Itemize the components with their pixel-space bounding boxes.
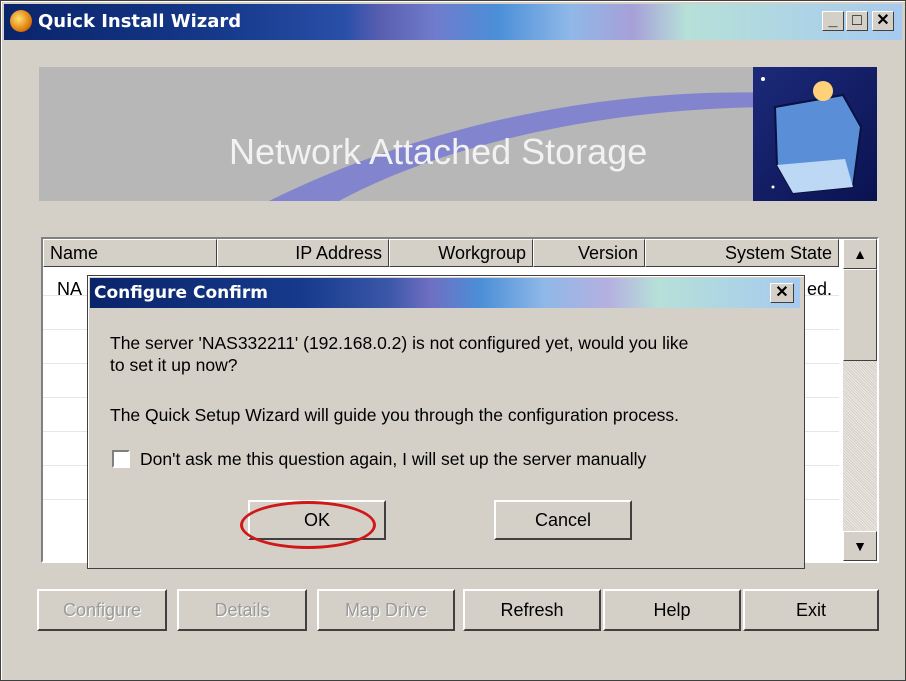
banner-title: Network Attached Storage bbox=[229, 131, 648, 172]
map-drive-button[interactable]: Map Drive bbox=[317, 589, 455, 631]
exit-button[interactable]: Exit bbox=[743, 589, 879, 631]
details-button[interactable]: Details bbox=[177, 589, 307, 631]
scroll-down-arrow-icon[interactable]: ▼ bbox=[843, 531, 877, 561]
table-header: Name IP Address Workgroup Version System… bbox=[43, 239, 839, 267]
column-header-system-state[interactable]: System State bbox=[645, 239, 839, 267]
dialog-guide-text: The Quick Setup Wizard will guide you th… bbox=[110, 405, 680, 425]
dialog-message-line1: The server 'NAS332211' (192.168.0.2) is … bbox=[110, 333, 689, 353]
column-header-workgroup[interactable]: Workgroup bbox=[389, 239, 533, 267]
column-header-name[interactable]: Name bbox=[43, 239, 217, 267]
help-button[interactable]: Help bbox=[603, 589, 741, 631]
window-title: Quick Install Wizard bbox=[38, 11, 242, 32]
cancel-button[interactable]: Cancel bbox=[494, 500, 632, 540]
close-button[interactable]: ✕ bbox=[872, 11, 894, 31]
header-banner: Network Attached Storage bbox=[39, 67, 877, 201]
scrollbar-thumb[interactable] bbox=[843, 269, 877, 361]
minimize-button[interactable]: _ bbox=[822, 11, 844, 31]
refresh-button[interactable]: Refresh bbox=[463, 589, 601, 631]
maximize-button[interactable]: □ bbox=[846, 11, 868, 31]
app-icon bbox=[10, 10, 32, 32]
table-cell-system-state[interactable]: ed. bbox=[807, 279, 832, 300]
title-bar[interactable]: Quick Install Wizard _ □ ✕ bbox=[4, 4, 902, 40]
quick-install-wizard-window: Quick Install Wizard _ □ ✕ Network Attac… bbox=[0, 0, 906, 681]
dialog-title: Configure Confirm bbox=[94, 283, 268, 303]
dont-ask-checkbox[interactable] bbox=[112, 450, 130, 468]
dialog-title-bar[interactable]: Configure Confirm ✕ bbox=[90, 278, 800, 308]
dont-ask-checkbox-label[interactable]: Don't ask me this question again, I will… bbox=[140, 448, 646, 470]
configure-button[interactable]: Configure bbox=[37, 589, 167, 631]
dialog-message-line2: to set it up now? bbox=[110, 355, 238, 375]
ok-button[interactable]: OK bbox=[248, 500, 386, 540]
nas-device-icon bbox=[761, 77, 863, 195]
nas-device-image bbox=[753, 67, 877, 201]
vertical-scrollbar[interactable]: ▲ ▼ bbox=[843, 239, 877, 561]
table-cell-name[interactable]: NA bbox=[57, 279, 82, 300]
column-header-ip-address[interactable]: IP Address bbox=[217, 239, 389, 267]
scroll-up-arrow-icon[interactable]: ▲ bbox=[843, 239, 877, 269]
configure-confirm-dialog: Configure Confirm ✕ The server 'NAS33221… bbox=[87, 275, 805, 569]
dialog-close-button[interactable]: ✕ bbox=[770, 283, 794, 303]
column-header-version[interactable]: Version bbox=[533, 239, 645, 267]
